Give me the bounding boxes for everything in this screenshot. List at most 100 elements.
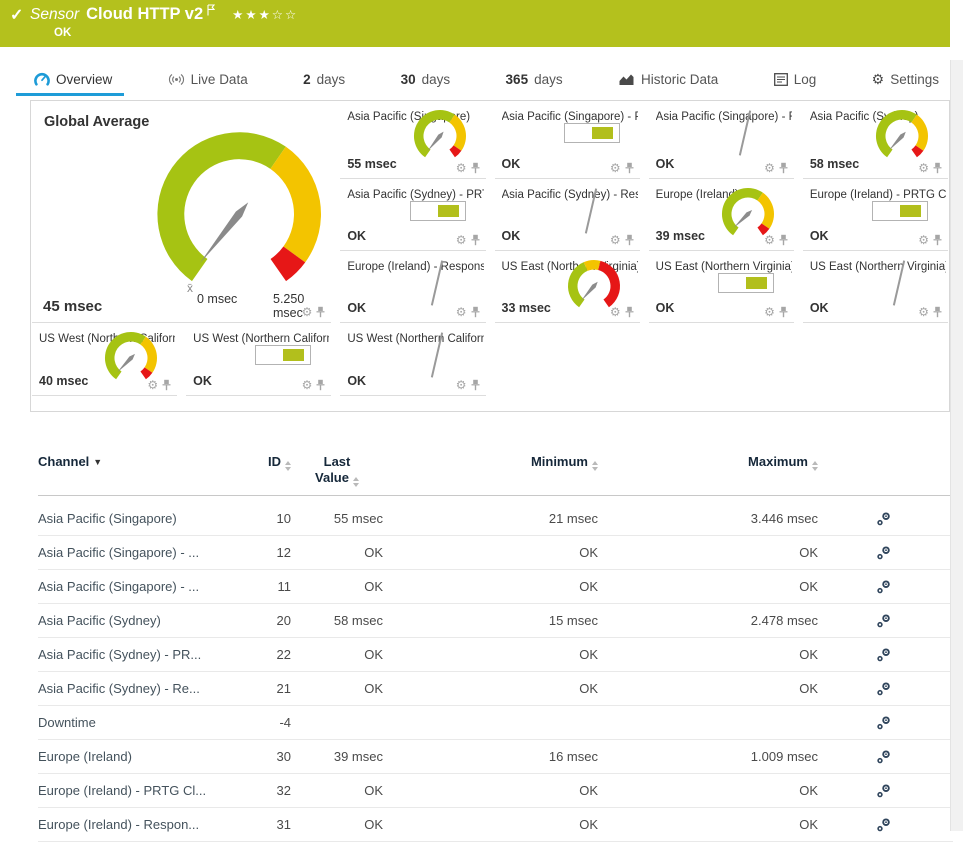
cell-id: 30 [276, 749, 291, 764]
edit-channel-icon[interactable] [876, 545, 892, 561]
gear-icon[interactable]: ⚙ [610, 234, 621, 246]
channel-tile[interactable]: Europe (Ireland) - Response C... OK ⚙ [340, 251, 486, 323]
channel-tile-value: OK [809, 229, 829, 243]
pin-icon[interactable] [933, 234, 942, 246]
channel-tile[interactable]: Asia Pacific (Sydney) 58 msec ⚙ [802, 101, 948, 179]
cell-id: 20 [276, 613, 291, 628]
column-header-id[interactable]: ID [233, 454, 291, 471]
priority-stars[interactable]: ★★★☆☆ [232, 4, 298, 26]
edit-channel-icon[interactable] [876, 783, 892, 799]
pin-icon[interactable] [779, 234, 788, 246]
table-row[interactable]: Asia Pacific (Singapore) 10 55 msec 21 m… [38, 502, 953, 536]
pin-icon[interactable] [316, 379, 325, 391]
mean-marker: x̄ [187, 281, 193, 295]
tab-historic-data[interactable]: Historic Data [616, 62, 720, 96]
gear-icon[interactable]: ⚙ [764, 306, 775, 318]
table-row[interactable]: Europe (Ireland) - Respon... 31 OK OK OK [38, 808, 953, 842]
gear-icon[interactable]: ⚙ [302, 306, 313, 318]
table-row[interactable]: Downtime -4 [38, 706, 953, 740]
sort-icon [352, 477, 359, 487]
gear-icon[interactable]: ⚙ [918, 306, 929, 318]
cell-id: -4 [279, 715, 291, 730]
pin-icon[interactable] [471, 162, 480, 174]
gear-icon[interactable]: ⚙ [456, 234, 467, 246]
channel-tile[interactable]: Asia Pacific (Sydney) - Respo... OK ⚙ [494, 179, 640, 251]
gear-icon[interactable]: ⚙ [302, 379, 313, 391]
column-header-channel[interactable]: Channel ▼ [38, 454, 233, 469]
gear-icon[interactable]: ⚙ [764, 234, 775, 246]
gear-icon[interactable]: ⚙ [764, 162, 775, 174]
gear-icon[interactable]: ⚙ [147, 379, 158, 391]
edit-channel-icon[interactable] [876, 817, 892, 833]
cell-channel: Downtime [38, 715, 96, 730]
edit-channel-icon[interactable] [876, 647, 892, 663]
column-header-last-value[interactable]: Last Value [291, 454, 383, 487]
cell-channel: Europe (Ireland) - Respon... [38, 817, 200, 832]
channel-tile[interactable]: Europe (Ireland) - PRTG Cloud... OK ⚙ [802, 179, 948, 251]
pin-icon[interactable] [316, 306, 325, 318]
channel-tile[interactable]: Asia Pacific (Singapore) 55 msec ⚙ [340, 101, 486, 179]
gear-icon[interactable]: ⚙ [456, 379, 467, 391]
edit-channel-icon[interactable] [876, 715, 892, 731]
global-average-tile[interactable]: Global Average x̄ 0 msec 5.250 msec 45 m… [32, 101, 332, 323]
pin-icon[interactable] [779, 306, 788, 318]
status-toggle-indicator [562, 106, 626, 164]
table-row[interactable]: Asia Pacific (Singapore) - ... 12 OK OK … [38, 536, 953, 570]
channel-tile-value: OK [347, 301, 367, 315]
pin-icon[interactable] [625, 162, 634, 174]
channel-tile[interactable]: US East (Northern Virginia) - ... OK ⚙ [802, 251, 948, 323]
pin-icon[interactable] [162, 379, 171, 391]
pin-icon[interactable] [625, 234, 634, 246]
tab-log[interactable]: Log [772, 62, 819, 96]
tab-live-data[interactable]: Live Data [166, 62, 250, 96]
table-row[interactable]: Asia Pacific (Singapore) - ... 11 OK OK … [38, 570, 953, 604]
edit-channel-icon[interactable] [876, 613, 892, 629]
table-row[interactable]: Europe (Ireland) - PRTG Cl... 32 OK OK O… [38, 774, 953, 808]
channel-tile[interactable]: US East (Northern Virginia) 33 msec ⚙ [494, 251, 640, 323]
table-row[interactable]: Europe (Ireland) 30 39 msec 16 msec 1.00… [38, 740, 953, 774]
tab-365-days[interactable]: 365 days [504, 62, 565, 96]
gear-icon[interactable]: ⚙ [610, 162, 621, 174]
table-row[interactable]: Asia Pacific (Sydney) 20 58 msec 15 msec… [38, 604, 953, 638]
tab-overview[interactable]: Overview [15, 62, 125, 96]
channel-tile[interactable]: US West (Northern California)... OK ⚙ [186, 323, 332, 396]
pin-icon[interactable] [625, 306, 634, 318]
channel-tile[interactable]: US East (Northern Virginia) - ... OK ⚙ [648, 251, 794, 323]
tab-30-days[interactable]: 30 days [399, 62, 453, 96]
gear-icon[interactable]: ⚙ [918, 234, 929, 246]
pin-icon[interactable] [933, 162, 942, 174]
pin-icon[interactable] [933, 306, 942, 318]
edit-channel-icon[interactable] [876, 579, 892, 595]
channel-tile[interactable]: Asia Pacific (Singapore) - Res... OK ⚙ [648, 101, 794, 179]
channel-tile[interactable]: Europe (Ireland) 39 msec ⚙ [648, 179, 794, 251]
column-header-minimum[interactable]: Minimum [383, 454, 598, 471]
edit-channel-icon[interactable] [876, 749, 892, 765]
edit-channel-icon[interactable] [876, 511, 892, 527]
flag-icon[interactable] [206, 4, 216, 16]
channel-tile[interactable]: Asia Pacific (Sydney) - PRTG ... OK ⚙ [340, 179, 486, 251]
scrollbar[interactable] [950, 60, 963, 831]
channel-tile[interactable]: US West (Northern California)... OK ⚙ [340, 323, 486, 396]
pin-icon[interactable] [471, 379, 480, 391]
gear-icon[interactable]: ⚙ [456, 162, 467, 174]
gear-icon[interactable]: ⚙ [456, 306, 467, 318]
pin-icon[interactable] [471, 306, 480, 318]
mini-gauge [870, 106, 934, 164]
pin-icon[interactable] [779, 162, 788, 174]
gear-icon[interactable]: ⚙ [918, 162, 929, 174]
tab-label-bold: 365 [505, 71, 529, 87]
table-row[interactable]: Asia Pacific (Sydney) - Re... 21 OK OK O… [38, 672, 953, 706]
cell-id: 31 [276, 817, 291, 832]
tab-2-days[interactable]: 2 days [301, 62, 347, 96]
status-check-icon: ✓ [10, 7, 24, 24]
pin-icon[interactable] [471, 234, 480, 246]
needle [430, 332, 443, 378]
tab-settings[interactable]: ⚙ Settings [870, 62, 941, 96]
column-header-maximum[interactable]: Maximum [598, 454, 818, 471]
gear-icon[interactable]: ⚙ [610, 306, 621, 318]
channel-tile[interactable]: Asia Pacific (Singapore) - PR... OK ⚙ [494, 101, 640, 179]
cell-id: 12 [276, 545, 291, 560]
table-row[interactable]: Asia Pacific (Sydney) - PR... 22 OK OK O… [38, 638, 953, 672]
edit-channel-icon[interactable] [876, 681, 892, 697]
channel-tile[interactable]: US West (Northern California) 40 msec ⚙ [32, 323, 178, 396]
